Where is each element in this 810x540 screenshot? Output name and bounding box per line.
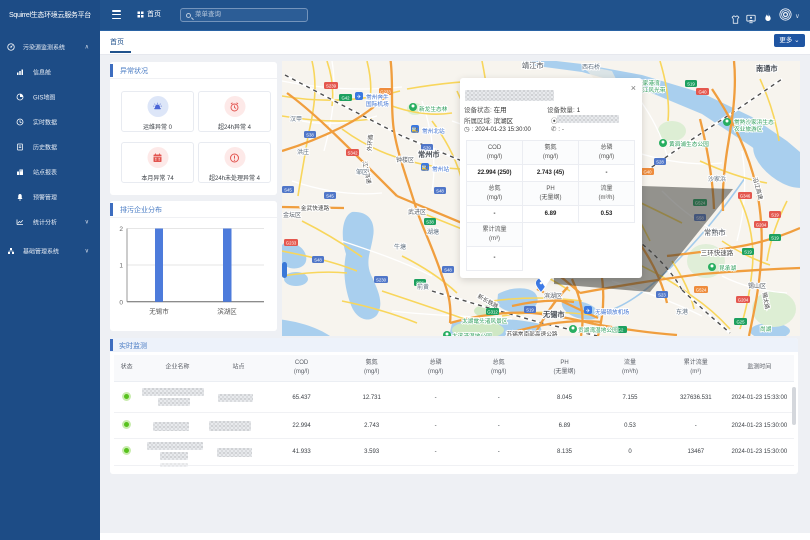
svg-text:1: 1 [119, 263, 123, 270]
svg-text:0: 0 [119, 299, 123, 306]
svg-text:无锡市: 无锡市 [149, 307, 169, 316]
svg-text:滨湖区: 滨湖区 [217, 307, 237, 316]
svg-text:2: 2 [119, 226, 123, 233]
